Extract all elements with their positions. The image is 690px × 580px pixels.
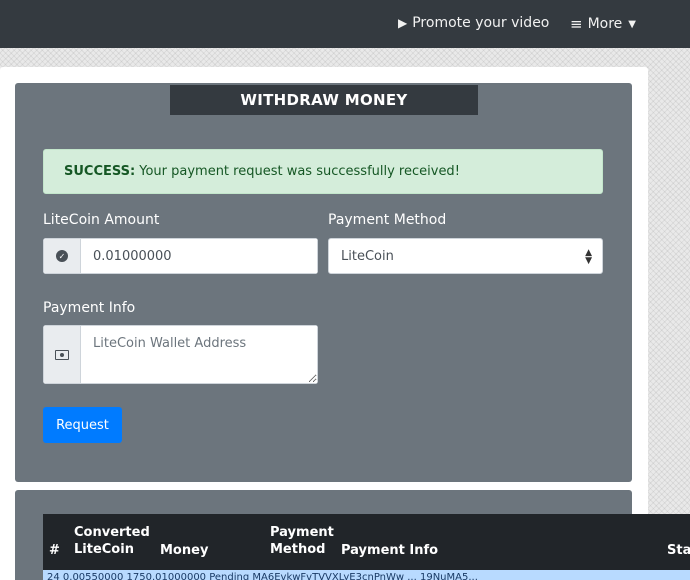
payment-info-label: Payment Info: [43, 300, 136, 316]
check-circle-icon: ✓: [56, 250, 68, 262]
payment-method-select[interactable]: LiteCoin ▲ ▼: [328, 238, 603, 274]
payment-info-textarea[interactable]: [81, 325, 318, 384]
col-converted-litecoin: Converted LiteCoin: [74, 524, 150, 558]
col-method-line2: Method: [270, 542, 326, 557]
promote-video-link[interactable]: ▶ Promote your video: [398, 15, 549, 31]
play-icon: ▶: [398, 16, 408, 30]
request-button[interactable]: Request: [43, 407, 122, 443]
table-row: 24 0.00550000 1750.01000000 Pending MA6E…: [43, 570, 690, 580]
more-label: More: [587, 16, 623, 32]
promote-video-label: Promote your video: [412, 15, 550, 31]
amount-input[interactable]: [81, 238, 318, 274]
money-bill-icon: [55, 349, 69, 360]
history-table-header: # Converted LiteCoin Money Payment Metho…: [43, 514, 690, 570]
col-converted-line1: Converted: [74, 525, 150, 540]
col-status: Sta: [667, 543, 690, 558]
top-navbar: ▶ Promote your video ≡ More ▼: [0, 0, 690, 48]
success-alert: SUCCESS: Your payment request was succes…: [43, 149, 603, 194]
amount-addon: ✓: [43, 238, 81, 274]
amount-label: LiteCoin Amount: [43, 212, 160, 228]
amount-input-group: ✓: [43, 238, 318, 274]
col-converted-line2: LiteCoin: [74, 542, 134, 557]
payment-info-addon: [43, 325, 81, 384]
payment-method-label: Payment Method: [328, 212, 447, 228]
col-payment-method: Payment Method: [270, 524, 334, 558]
col-method-line1: Payment: [270, 525, 334, 540]
more-dropdown[interactable]: ≡ More ▼: [570, 15, 636, 33]
menu-bars-icon: ≡: [570, 15, 583, 33]
table-row-text: 24 0.00550000 1750.01000000 Pending MA6E…: [47, 572, 478, 580]
payment-method-value: LiteCoin: [341, 248, 394, 264]
col-payment-info: Payment Info: [341, 543, 439, 558]
col-money: Money: [160, 543, 209, 558]
alert-strong: SUCCESS:: [64, 164, 136, 179]
alert-message: Your payment request was successfully re…: [139, 164, 460, 179]
col-number: #: [49, 543, 60, 558]
payment-info-input-group: [43, 325, 318, 384]
chevron-down-icon: ▼: [628, 18, 636, 30]
select-arrows-icon: ▲ ▼: [585, 248, 592, 266]
withdraw-title: WITHDRAW MONEY: [170, 85, 478, 115]
